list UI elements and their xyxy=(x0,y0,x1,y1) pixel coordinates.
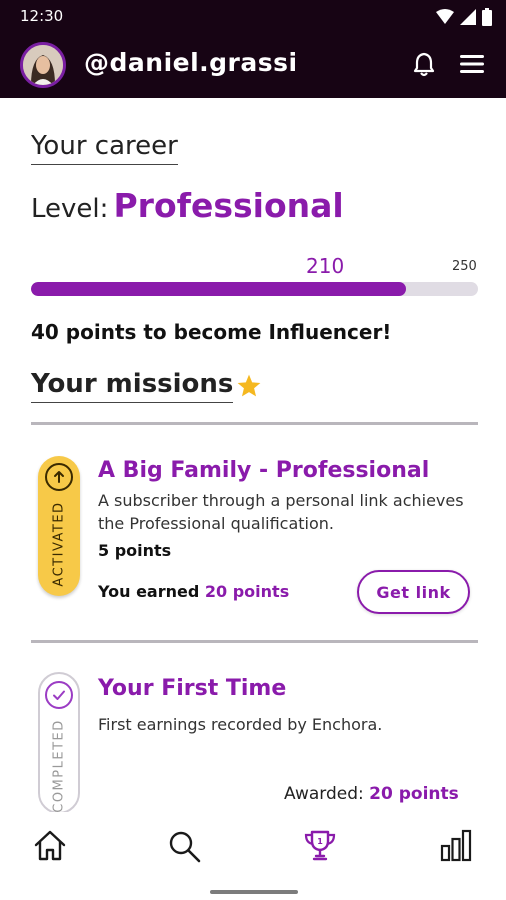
progress-fill xyxy=(31,282,407,296)
search-icon[interactable] xyxy=(166,828,202,864)
gesture-home-bar[interactable] xyxy=(210,890,298,894)
svg-text:1: 1 xyxy=(317,837,323,846)
menu-icon[interactable] xyxy=(458,50,486,78)
bar-chart-icon[interactable] xyxy=(438,828,474,864)
status-icons xyxy=(436,7,492,27)
divider xyxy=(31,640,478,643)
level-line: Level: Professional xyxy=(31,186,344,225)
mission-title: A Big Family - Professional xyxy=(98,458,430,483)
username: @daniel.grassi xyxy=(84,48,298,77)
bottom-nav: 1 xyxy=(0,812,506,900)
home-icon[interactable] xyxy=(32,828,68,864)
mission-description: First earnings recorded by Enchora. xyxy=(98,715,383,734)
earned-value: 20 points xyxy=(204,582,290,601)
mission-awarded: Awarded: 20 points xyxy=(284,784,459,804)
status-badge-completed: COMPLETED xyxy=(38,672,80,814)
divider xyxy=(31,422,478,425)
signal-icon xyxy=(460,9,476,25)
missions-title: Your missions xyxy=(31,368,234,403)
app-bar: @daniel.grassi xyxy=(0,34,506,98)
get-link-button[interactable]: Get link xyxy=(357,570,470,614)
arrow-up-icon xyxy=(45,463,73,491)
mission-points: 5 points xyxy=(98,541,172,560)
earned-label: You earned xyxy=(98,582,200,601)
awarded-label: Awarded: xyxy=(284,784,364,804)
level-label: Level: xyxy=(31,194,109,224)
wifi-icon xyxy=(436,9,454,24)
check-icon xyxy=(45,681,73,709)
battery-icon xyxy=(482,8,492,26)
status-time: 12:30 xyxy=(20,7,64,25)
level-value: Professional xyxy=(113,186,344,225)
mission-earned: You earned 20 points xyxy=(98,582,289,601)
trophy-icon[interactable]: 1 xyxy=(302,828,338,864)
points-message: 40 points to become Influencer! xyxy=(31,320,392,344)
awarded-value: 20 points xyxy=(369,784,459,804)
bell-icon[interactable] xyxy=(410,50,438,78)
progress-max: 250 xyxy=(452,259,477,274)
status-bar: 12:30 xyxy=(0,0,506,34)
avatar[interactable] xyxy=(20,42,66,88)
status-badge-label: COMPLETED xyxy=(51,719,67,813)
star-icon xyxy=(237,374,261,397)
mission-title: Your First Time xyxy=(98,676,287,701)
status-badge-activated: ACTIVATED xyxy=(38,456,80,596)
avatar-image xyxy=(23,45,63,85)
career-title: Your career xyxy=(31,130,178,165)
progress-current: 210 xyxy=(306,254,345,278)
progress-bar xyxy=(31,282,478,296)
status-badge-label: ACTIVATED xyxy=(51,501,67,587)
mission-description: A subscriber through a personal link ach… xyxy=(98,491,464,533)
